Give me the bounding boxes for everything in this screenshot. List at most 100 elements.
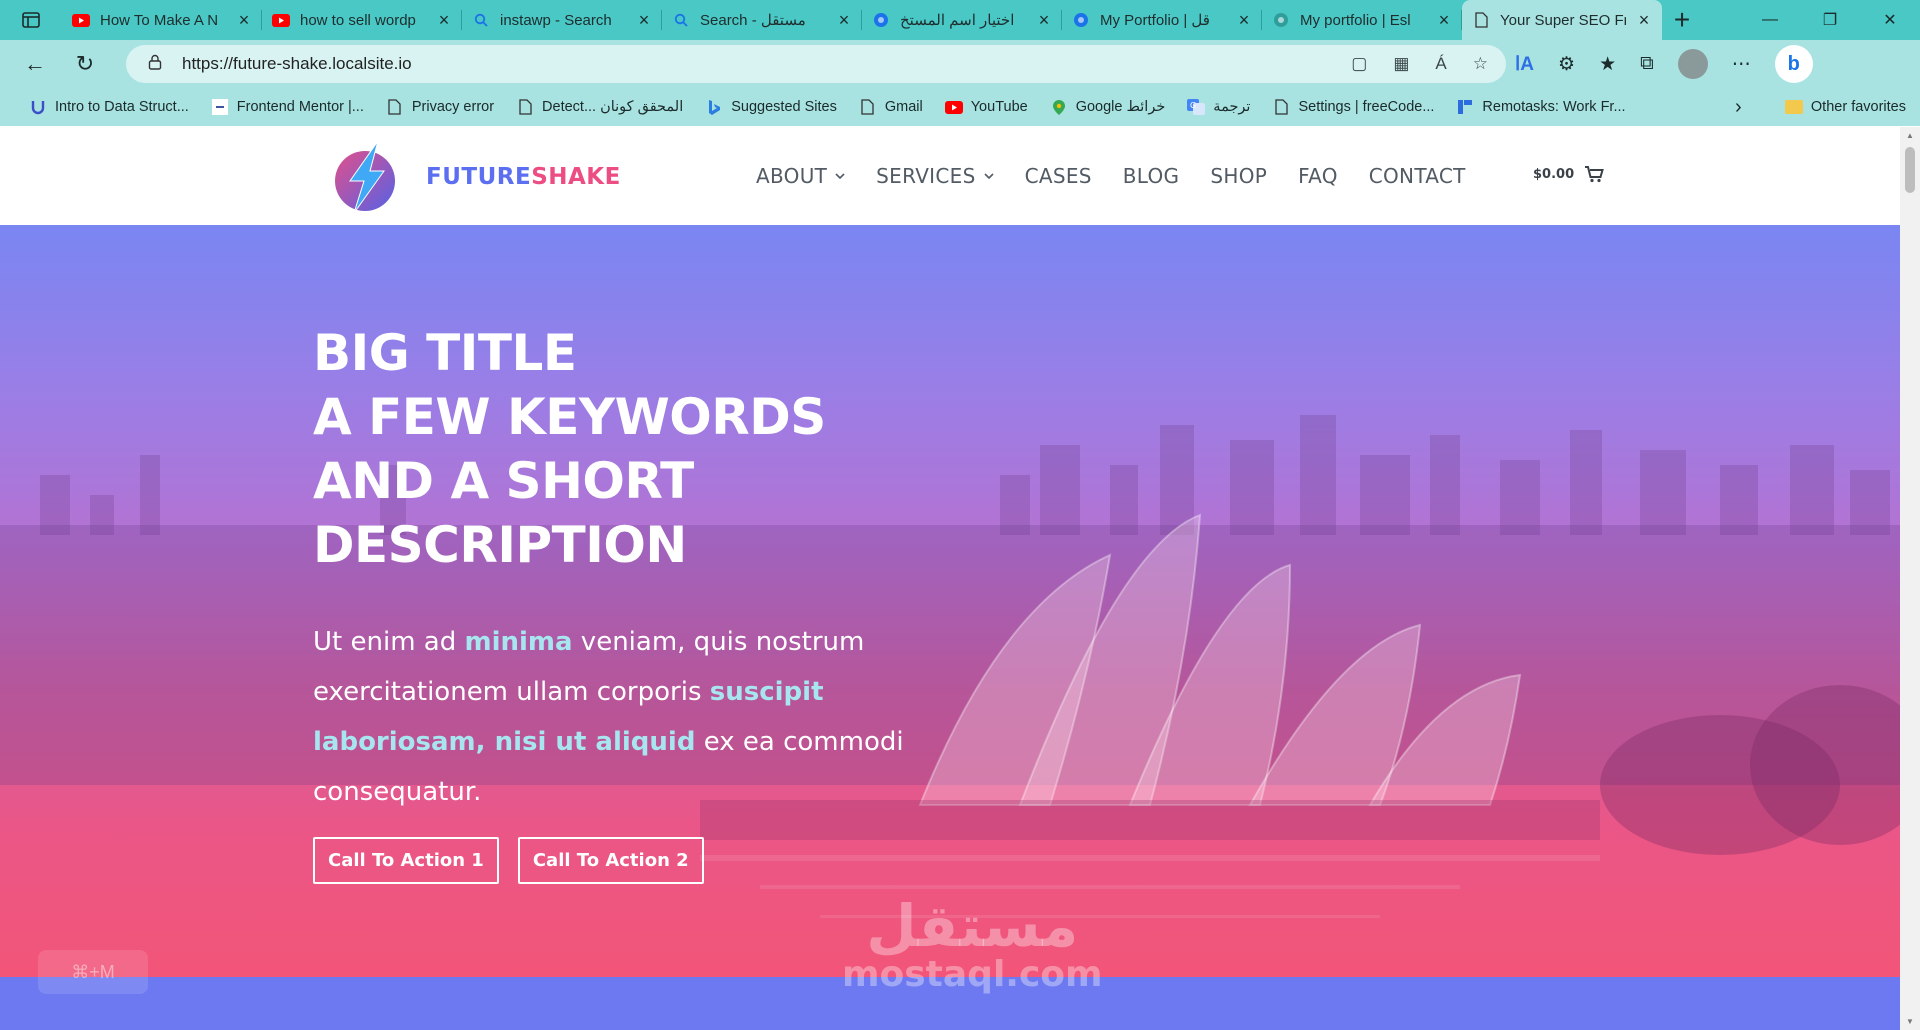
favorite-star-icon[interactable]: ☆ xyxy=(1473,54,1488,74)
extensions-icon[interactable]: ⚙ xyxy=(1558,53,1575,76)
extensions-grid-icon[interactable]: ▦ xyxy=(1393,54,1409,74)
bookmark-item[interactable]: Google خرائط xyxy=(1039,99,1177,115)
frontend-mentor-icon xyxy=(211,99,229,115)
nav-link-blog[interactable]: BLOG xyxy=(1123,164,1180,188)
close-tab-icon[interactable]: × xyxy=(836,10,852,31)
nav-link-about[interactable]: ABOUT xyxy=(756,164,845,188)
browser-tab[interactable]: My Portfolio | قل × xyxy=(1062,0,1262,40)
bookmarks-bar: Intro to Data Struct... Frontend Mentor |… xyxy=(0,88,1920,126)
more-options-icon[interactable]: ⋯ xyxy=(1732,53,1751,76)
call-to-action-1-button[interactable]: Call To Action 1 xyxy=(313,837,499,884)
close-icon: ✕ xyxy=(1883,12,1897,29)
youtube-icon xyxy=(944,99,963,115)
close-tab-icon[interactable]: × xyxy=(1436,10,1452,31)
nav-link-contact[interactable]: CONTACT xyxy=(1369,164,1466,188)
hero-description: Ut enim ad minima veniam, quis nostrum e… xyxy=(313,617,933,817)
scroll-thumb[interactable] xyxy=(1905,147,1915,193)
nav-link-shop[interactable]: SHOP xyxy=(1210,164,1267,188)
bing-icon xyxy=(705,99,723,115)
hero-title-line: BIG TITLE xyxy=(313,324,577,382)
translate-icon[interactable]: اA xyxy=(1515,53,1534,76)
bookmark-item[interactable]: Settings | freeCode... xyxy=(1261,99,1445,115)
restore-button[interactable]: ❐ xyxy=(1800,0,1860,40)
cart-button[interactable]: $0.00 xyxy=(1533,165,1604,183)
bookmark-label: Suggested Sites xyxy=(731,99,837,115)
mostaql-watermark: مستقل mostaql.com xyxy=(842,892,1103,995)
chevron-down-icon xyxy=(984,170,994,183)
tab-title: Search - مستقل xyxy=(700,12,806,29)
hero-text-highlight: minima xyxy=(464,627,573,657)
browser-tab[interactable]: how to sell wordp × xyxy=(262,0,462,40)
close-tab-icon[interactable]: × xyxy=(436,10,452,31)
shortcut-overlay[interactable]: ⌘+M xyxy=(38,950,148,994)
page-scrollbar[interactable]: ▲ ▼ xyxy=(1900,127,1920,1030)
globe-icon xyxy=(872,12,890,28)
bookmark-item[interactable]: Privacy error xyxy=(375,99,505,115)
scroll-up-icon[interactable]: ▲ xyxy=(1905,131,1915,140)
bookmark-item[interactable]: Gmail xyxy=(848,99,934,115)
browser-right-tools: اA ⚙ ★ ⧉ ⋯ b xyxy=(1515,40,1813,88)
site-logo[interactable]: FUTURESHAKE xyxy=(328,137,621,217)
browser-tab[interactable]: Search - مستقل × xyxy=(662,0,862,40)
address-bar[interactable]: https://future-shake.localsite.io ▢ ▦ Á… xyxy=(126,45,1506,83)
bookmark-item[interactable]: Intro to Data Struct... xyxy=(18,99,200,115)
close-window-button[interactable]: ✕ xyxy=(1860,0,1920,40)
favorites-icon[interactable]: ★ xyxy=(1599,53,1616,76)
other-favorites[interactable]: Other favorites xyxy=(1784,88,1906,126)
back-button[interactable]: ← xyxy=(10,40,60,88)
bookmark-item[interactable]: Suggested Sites xyxy=(694,99,848,115)
minimize-button[interactable]: — xyxy=(1740,0,1800,40)
cart-total: $0.00 xyxy=(1533,166,1575,182)
browser-tab[interactable]: My portfolio | Esl × xyxy=(1262,0,1462,40)
bookmark-item[interactable]: Frontend Mentor |... xyxy=(200,99,375,115)
url-text[interactable]: https://future-shake.localsite.io xyxy=(182,54,412,74)
nav-link-services[interactable]: SERVICES xyxy=(876,164,994,188)
tab-actions-button[interactable] xyxy=(0,0,62,40)
browser-tab[interactable]: How To Make A N × xyxy=(62,0,262,40)
call-to-action-2-button[interactable]: Call To Action 2 xyxy=(517,837,704,884)
browser-tab[interactable]: Your Super SEO Fr × xyxy=(1462,0,1662,40)
new-tab-button[interactable]: + xyxy=(1662,0,1702,40)
nav-link-label: BLOG xyxy=(1122,164,1180,188)
bookmark-label: Gmail xyxy=(884,99,923,115)
bookmark-label: ترجمة xyxy=(1213,99,1251,115)
close-tab-icon[interactable]: × xyxy=(636,10,652,31)
nav-link-cases[interactable]: CASES xyxy=(1025,164,1092,188)
browser-tab[interactable]: instawp - Search × xyxy=(462,0,662,40)
back-arrow-icon: ← xyxy=(24,51,46,76)
scroll-down-icon[interactable]: ▼ xyxy=(1905,1017,1915,1026)
refresh-button[interactable]: ↻ xyxy=(60,40,110,88)
close-tab-icon[interactable]: × xyxy=(1036,10,1052,31)
translate-icon: G xyxy=(1187,99,1206,115)
page-icon xyxy=(1272,99,1290,115)
hero-title-line: A FEW KEYWORDS xyxy=(313,388,826,446)
bookmark-label: Google خرائط xyxy=(1075,99,1166,115)
bookmarks-overflow-button[interactable]: › xyxy=(1735,88,1742,126)
lock-icon xyxy=(148,54,170,74)
cta-row: Call To Action 1 Call To Action 2 xyxy=(313,837,704,884)
read-aloud-icon[interactable]: Á xyxy=(1435,54,1446,74)
nav-link-faq[interactable]: FAQ xyxy=(1298,164,1338,188)
close-tab-icon[interactable]: × xyxy=(1636,10,1652,31)
bookmark-item[interactable]: Detect... المحقق كونان xyxy=(505,99,694,115)
search-icon xyxy=(672,12,690,28)
page-icon xyxy=(516,99,534,115)
collections-icon[interactable]: ⧉ xyxy=(1640,53,1654,75)
bookmark-item[interactable]: G ترجمة xyxy=(1176,99,1261,115)
main-navigation: ABOUT SERVICES CASES BLOG SHOP FAQ CONTACT xyxy=(756,127,1466,225)
restore-icon: ❐ xyxy=(1822,12,1838,29)
browser-tab[interactable]: اختيار اسم المستخ × xyxy=(862,0,1062,40)
bookmark-label: Remotasks: Work Fr... xyxy=(1482,99,1626,115)
address-bar-icons: ▢ ▦ Á ☆ xyxy=(1351,45,1488,83)
close-tab-icon[interactable]: × xyxy=(1236,10,1252,31)
bookmark-item[interactable]: Remotasks: Work Fr... xyxy=(1445,99,1636,115)
close-tab-icon[interactable]: × xyxy=(236,10,252,31)
bing-chat-icon[interactable]: b xyxy=(1774,45,1813,83)
svg-text:G: G xyxy=(1190,101,1196,110)
app-available-icon[interactable]: ▢ xyxy=(1351,54,1367,74)
profile-avatar[interactable] xyxy=(1677,49,1708,79)
bookmark-item[interactable]: YouTube xyxy=(934,99,1039,115)
nav-link-label: CONTACT xyxy=(1368,164,1466,188)
lightning-logo-icon xyxy=(335,140,395,214)
hero-text-segment: Ut enim ad xyxy=(313,627,465,657)
